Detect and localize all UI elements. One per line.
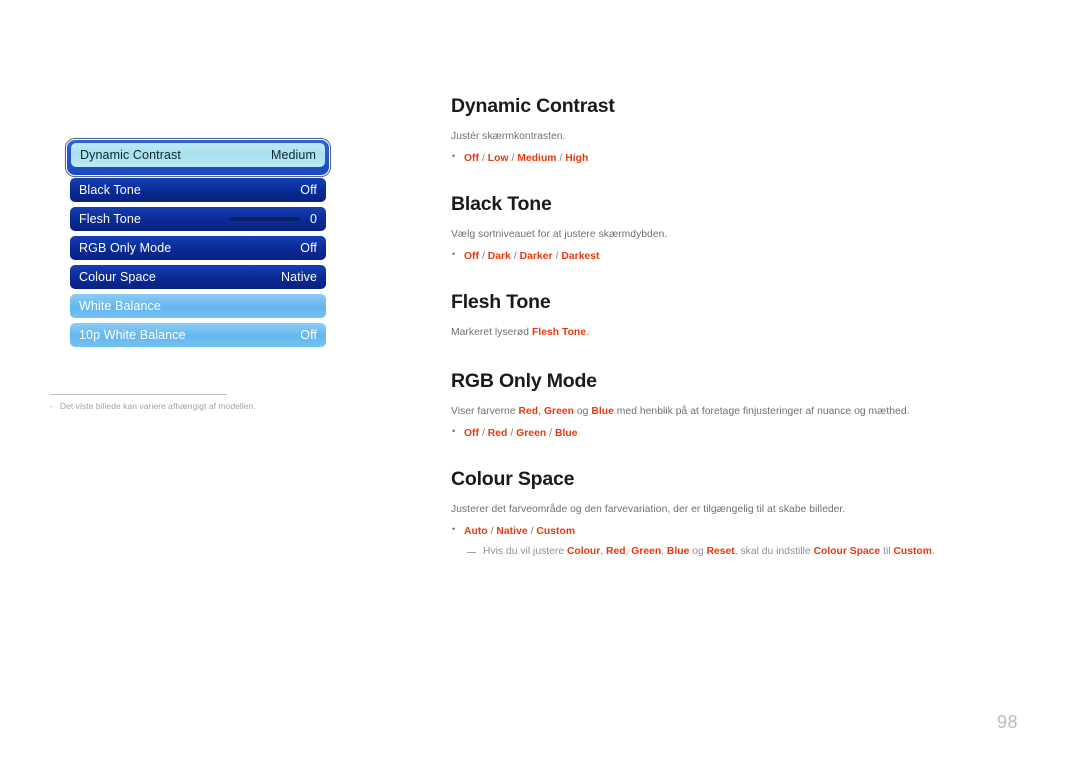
osd-row-flesh-tone[interactable]: Flesh Tone 0 (70, 207, 326, 231)
note-text: til (880, 545, 894, 557)
description-dynamic-contrast: Justér skærmkontrasten. (451, 131, 566, 143)
option-value: Darkest (561, 251, 600, 263)
option-value: Off (464, 428, 480, 440)
osd-note-divider (50, 394, 227, 395)
osd-row-label: 10p White Balance (79, 328, 186, 342)
note-highlight: Green (631, 545, 662, 557)
osd-row-value: Medium (270, 148, 316, 162)
option-value: Native (496, 526, 528, 538)
desc-text: og (573, 406, 592, 418)
osd-selection-frame: Dynamic Contrast Medium (66, 139, 330, 176)
options-dynamic-contrast: Off / Low / Medium / High (451, 150, 951, 166)
note-highlight: Reset (706, 545, 735, 557)
options-colour-space: Auto / Native / Custom (451, 523, 951, 539)
osd-row-label: RGB Only Mode (79, 241, 172, 255)
desc-text: . (586, 327, 589, 339)
osd-note-text: Det viste billede kan variere afhængigt … (59, 401, 256, 411)
description-rgb-only-mode: Viser farverne Red, Green og Blue med he… (451, 405, 951, 420)
option-value: Red (487, 428, 508, 440)
osd-row-label: Dynamic Contrast (80, 148, 181, 162)
description-black-tone: Vælg sortniveauet for at justere skærmdy… (451, 229, 668, 241)
osd-row-colour-space[interactable]: Colour Space Native (70, 265, 326, 289)
option-value: Off (464, 153, 480, 165)
note-text: og (689, 545, 707, 557)
option-value: Dark (487, 251, 511, 263)
note-text: . (931, 545, 935, 557)
document-content: Dynamic Contrast Justér skærmkontrasten.… (451, 95, 951, 559)
options-rgb-only-mode: Off / Red / Green / Blue (451, 425, 951, 441)
page-title-dynamic-contrast: Dynamic Contrast (451, 95, 615, 117)
osd-row-value: Off (300, 328, 317, 342)
option-value: Auto (464, 526, 488, 538)
flesh-tone-slider[interactable] (229, 217, 300, 221)
osd-row-label: Colour Space (79, 270, 156, 284)
osd-row-value: Native (280, 270, 317, 284)
desc-text: med henblik på at foretage finjusteringe… (613, 406, 910, 418)
page-title-rgb-only-mode: RGB Only Mode (451, 369, 597, 392)
osd-row-label: White Balance (79, 299, 161, 313)
page-title-flesh-tone: Flesh Tone (451, 290, 551, 313)
page-title-black-tone: Black Tone (451, 192, 552, 215)
description-flesh-tone: Markeret lyserød Flesh Tone. (451, 326, 951, 341)
section-black-tone: Black Tone Vælg sortniveauet for at just… (451, 192, 951, 265)
desc-highlight: Green (543, 406, 574, 418)
note-highlight: Blue (666, 545, 690, 557)
note-highlight: Colour (566, 545, 601, 557)
option-value: Off (464, 251, 480, 263)
osd-row-rgb-only-mode[interactable]: RGB Only Mode Off (70, 236, 326, 260)
osd-row-white-balance[interactable]: White Balance (70, 294, 326, 318)
note-highlight: Colour Space (813, 545, 881, 557)
note-highlight: Red (606, 545, 626, 557)
osd-note: - Det viste billede kan variere afhængigt… (50, 401, 350, 411)
option-value: Green (516, 428, 547, 440)
osd-menu-panel: Dynamic Contrast Medium Black Tone Off F… (66, 139, 330, 352)
description-colour-space: Justerer det farveområde og den farvevar… (451, 504, 846, 516)
page-number: 98 (996, 712, 1018, 732)
desc-highlight: Red (518, 406, 539, 418)
page-title-colour-space: Colour Space (451, 467, 575, 490)
section-colour-space: Colour Space Justerer det farveområde og… (451, 467, 951, 559)
note-text: Hvis du vil justere (483, 545, 567, 557)
note-text: , skal du indstille (734, 545, 814, 557)
options-black-tone: Off / Dark / Darker / Darkest (451, 248, 951, 264)
osd-row-value: Off (300, 183, 317, 197)
note-highlight: Custom (893, 545, 932, 557)
desc-highlight: Flesh Tone (531, 327, 587, 339)
option-value: High (565, 153, 589, 165)
desc-text: Markeret lyserød (451, 327, 532, 339)
option-value: Blue (554, 428, 578, 440)
osd-row-black-tone[interactable]: Black Tone Off (70, 178, 326, 202)
option-value: Medium (517, 153, 557, 165)
osd-row-label: Black Tone (79, 183, 141, 197)
section-dynamic-contrast: Dynamic Contrast Justér skærmkontrasten.… (451, 95, 951, 167)
note-colour-space: Hvis du vil justere Colour, Red, Green, … (451, 544, 951, 559)
desc-text: Viser farverne (451, 406, 519, 418)
desc-highlight: Blue (591, 406, 614, 418)
osd-row-10p-white-balance[interactable]: 10p White Balance Off (70, 323, 326, 347)
option-value: Low (487, 153, 509, 165)
osd-row-label: Flesh Tone (79, 212, 141, 226)
osd-note-marker: - (50, 401, 53, 411)
section-rgb-only-mode: RGB Only Mode Viser farverne Red, Green … (451, 369, 951, 442)
option-value: Custom (536, 526, 576, 538)
section-flesh-tone: Flesh Tone Markeret lyserød Flesh Tone. (451, 290, 951, 341)
osd-row-value: 0 (309, 212, 317, 226)
osd-row-dynamic-contrast[interactable]: Dynamic Contrast Medium (71, 143, 325, 167)
osd-row-value: Off (300, 241, 317, 255)
osd-value-group: 0 (229, 212, 317, 226)
option-value: Darker (519, 251, 553, 263)
